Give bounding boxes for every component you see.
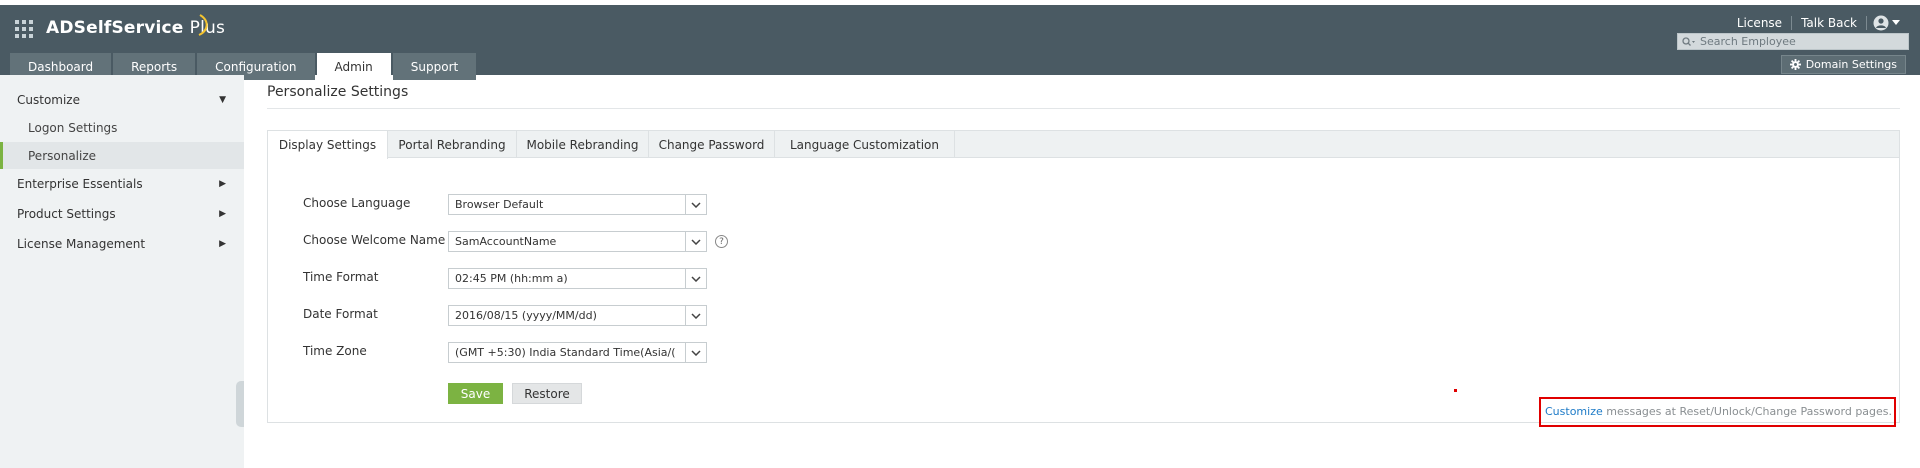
sidebar: Customize ▼ Logon Settings Personalize E…	[0, 75, 244, 468]
chevron-down-icon	[685, 232, 706, 251]
search-employee-input[interactable]: Search Employee	[1677, 33, 1909, 50]
tab-change-password[interactable]: Change Password	[649, 131, 775, 158]
title-divider	[267, 108, 1900, 109]
choose-language-label: Choose Language	[303, 196, 411, 210]
annotation-dot	[1454, 389, 1457, 392]
tab-admin[interactable]: Admin	[316, 53, 391, 80]
caret-right-icon: ▶	[219, 239, 226, 249]
apps-grid-icon[interactable]	[15, 20, 33, 38]
domain-settings-button[interactable]: Domain Settings	[1780, 55, 1906, 74]
logo-swoosh-icon	[198, 14, 208, 36]
choose-welcome-name-label: Choose Welcome Name	[303, 233, 446, 247]
domain-settings-label: Domain Settings	[1805, 58, 1897, 71]
customize-messages-note: Customize messages at Reset/Unlock/Chang…	[1545, 405, 1892, 418]
sidebar-item-label: Logon Settings	[28, 120, 118, 135]
gear-icon	[1789, 59, 1801, 70]
sidebar-item-license-management[interactable]: License Management ▶	[0, 230, 244, 258]
sidebar-item-label: License Management	[17, 237, 146, 251]
caret-down-icon: ▼	[219, 95, 226, 105]
page-title: Personalize Settings	[267, 84, 409, 100]
chevron-down-icon	[685, 306, 706, 325]
help-icon[interactable]: ?	[715, 235, 728, 248]
settings-panel: Display Settings Portal Rebranding Mobil…	[267, 130, 1900, 423]
app-name: ADSelfService	[46, 18, 184, 38]
tab-mobile-rebranding[interactable]: Mobile Rebranding	[517, 131, 649, 158]
search-placeholder: Search Employee	[1700, 35, 1796, 48]
caret-right-icon: ▶	[219, 179, 226, 189]
time-format-value: 02:45 PM (hh:mm a)	[455, 272, 568, 285]
chevron-down-icon	[685, 343, 706, 362]
chevron-down-icon	[685, 269, 706, 288]
sidebar-item-product-settings[interactable]: Product Settings ▶	[0, 200, 244, 228]
choose-language-value: Browser Default	[455, 198, 544, 211]
sidebar-item-label: Enterprise Essentials	[17, 177, 143, 191]
date-format-select[interactable]: 2016/08/15 (yyyy/MM/dd)	[448, 305, 707, 326]
sidebar-item-label: Product Settings	[17, 207, 116, 221]
top-links: License Talk Back	[1728, 14, 1900, 32]
customize-messages-text: messages at Reset/Unlock/Change Password…	[1602, 405, 1893, 418]
sidebar-item-label: Customize	[17, 93, 80, 107]
choose-welcome-name-select[interactable]: SamAccountName	[448, 231, 707, 252]
sidebar-item-label: Personalize	[28, 148, 97, 163]
date-format-label: Date Format	[303, 307, 378, 321]
time-zone-label: Time Zone	[303, 344, 367, 358]
tab-support[interactable]: Support	[392, 53, 477, 80]
chevron-down-icon	[1892, 20, 1900, 25]
tab-display-settings[interactable]: Display Settings	[268, 131, 388, 159]
date-format-value: 2016/08/15 (yyyy/MM/dd)	[455, 309, 597, 322]
sidebar-item-logon-settings[interactable]: Logon Settings	[0, 114, 244, 141]
user-menu[interactable]	[1873, 15, 1900, 31]
time-zone-select[interactable]: (GMT +5:30) India Standard Time(Asia/(	[448, 342, 707, 363]
settings-tabs: Display Settings Portal Rebranding Mobil…	[268, 131, 1899, 159]
search-icon	[1678, 36, 1700, 47]
choose-welcome-name-value: SamAccountName	[455, 235, 557, 248]
sidebar-collapse-handle[interactable]	[236, 381, 244, 427]
sidebar-item-enterprise-essentials[interactable]: Enterprise Essentials ▶	[0, 170, 244, 198]
sidebar-item-personalize[interactable]: Personalize	[0, 142, 244, 169]
sidebar-item-customize[interactable]: Customize ▼	[0, 86, 244, 114]
license-link[interactable]: License	[1728, 16, 1793, 30]
talk-back-link[interactable]: Talk Back	[1792, 16, 1867, 30]
app-header: ADSelfService Plus License Talk Back Sea…	[0, 5, 1920, 80]
user-avatar-icon	[1873, 15, 1889, 31]
chevron-down-icon	[685, 195, 706, 214]
time-format-label: Time Format	[303, 270, 379, 284]
tab-language-customization[interactable]: Language Customization	[775, 131, 955, 158]
customize-link[interactable]: Customize	[1545, 405, 1603, 418]
restore-button[interactable]: Restore	[512, 383, 582, 404]
save-button[interactable]: Save	[448, 383, 503, 404]
time-format-select[interactable]: 02:45 PM (hh:mm a)	[448, 268, 707, 289]
time-zone-value: (GMT +5:30) India Standard Time(Asia/(	[455, 346, 676, 359]
caret-right-icon: ▶	[219, 209, 226, 219]
choose-language-select[interactable]: Browser Default	[448, 194, 707, 215]
tab-portal-rebranding[interactable]: Portal Rebranding	[388, 131, 517, 158]
